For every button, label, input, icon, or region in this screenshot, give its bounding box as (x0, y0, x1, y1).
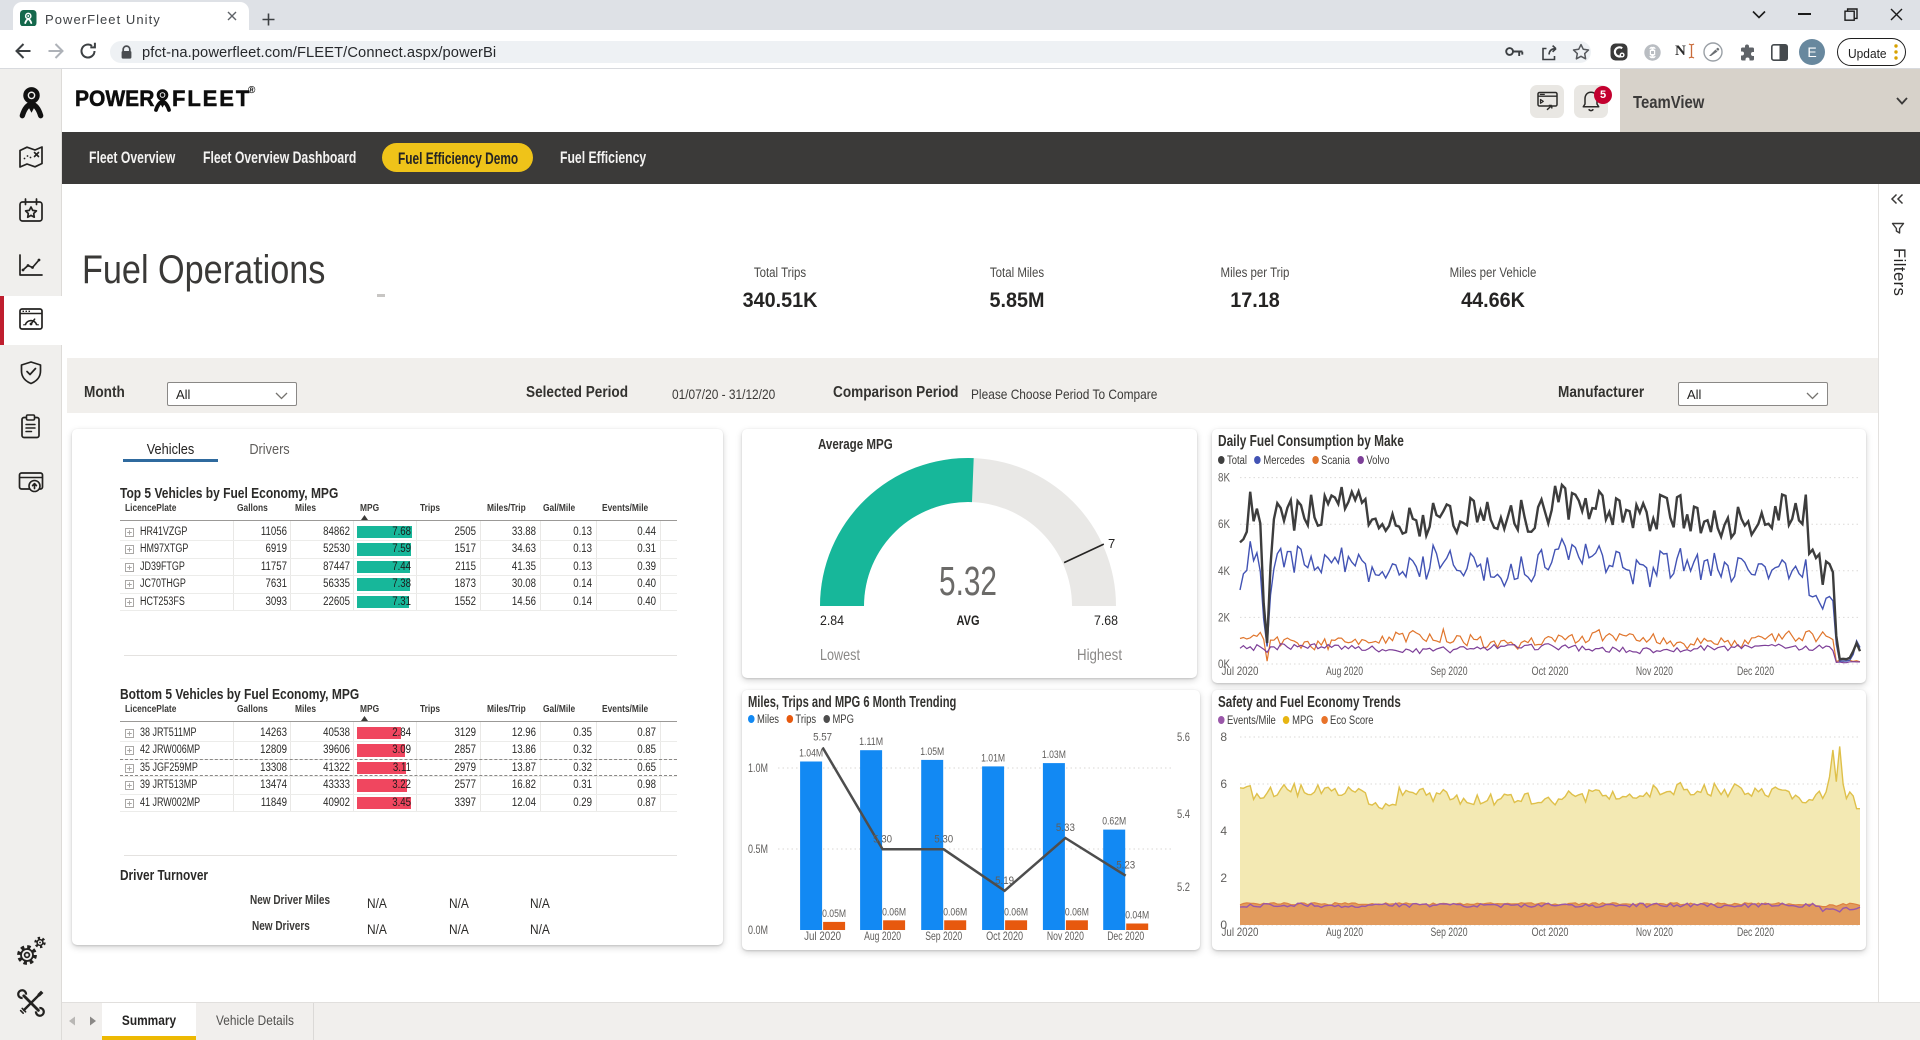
svg-text:4: 4 (1220, 824, 1227, 838)
svg-text:5.57: 5.57 (813, 732, 832, 744)
svg-text:Sep 2020: Sep 2020 (1431, 664, 1468, 678)
svg-text:Jul 2020: Jul 2020 (804, 929, 841, 943)
svg-text:Oct 2020: Oct 2020 (1532, 664, 1569, 678)
svg-text:0.05M: 0.05M (822, 908, 846, 920)
svg-text:Dec 2020: Dec 2020 (1107, 929, 1144, 943)
svg-text:0.5M: 0.5M (748, 844, 768, 856)
svg-text:0.62M: 0.62M (1102, 816, 1126, 828)
svg-text:Oct 2020: Oct 2020 (986, 929, 1023, 943)
svg-text:1.0M: 1.0M (748, 763, 768, 775)
svg-text:5.4: 5.4 (1177, 809, 1190, 821)
svg-text:5.32: 5.32 (939, 558, 997, 604)
svg-text:Sep 2020: Sep 2020 (925, 929, 962, 943)
svg-text:Jul 2020: Jul 2020 (1222, 925, 1259, 939)
svg-text:0.0M: 0.0M (748, 925, 768, 937)
svg-text:1.03M: 1.03M (1042, 749, 1066, 761)
svg-text:0.04M: 0.04M (1125, 910, 1149, 922)
svg-text:8: 8 (1220, 730, 1227, 744)
svg-text:AVG: AVG (957, 612, 980, 628)
svg-text:1.05M: 1.05M (920, 746, 944, 758)
svg-text:0.06M: 0.06M (1004, 906, 1028, 918)
svg-text:Dec 2020: Dec 2020 (1737, 925, 1774, 939)
svg-text:Aug 2020: Aug 2020 (1326, 664, 1363, 678)
svg-text:7.68: 7.68 (1094, 612, 1118, 628)
svg-text:Lowest: Lowest (820, 647, 860, 664)
svg-text:Sep 2020: Sep 2020 (1431, 925, 1468, 939)
svg-text:Nov 2020: Nov 2020 (1636, 664, 1673, 678)
svg-text:Jul 2020: Jul 2020 (1222, 664, 1259, 678)
svg-text:5.30: 5.30 (934, 833, 953, 845)
svg-text:2: 2 (1220, 871, 1227, 885)
svg-text:1.11M: 1.11M (859, 736, 883, 748)
svg-text:Aug 2020: Aug 2020 (864, 929, 901, 943)
svg-text:1.04M: 1.04M (799, 748, 823, 760)
svg-text:0.06M: 0.06M (1065, 906, 1089, 918)
svg-text:5.33: 5.33 (1056, 822, 1075, 834)
svg-text:Dec 2020: Dec 2020 (1737, 664, 1774, 678)
svg-text:7: 7 (1108, 536, 1115, 551)
svg-text:5.6: 5.6 (1177, 732, 1190, 744)
svg-text:6: 6 (1220, 777, 1227, 791)
svg-text:Aug 2020: Aug 2020 (1326, 925, 1363, 939)
svg-text:8K: 8K (1218, 471, 1230, 485)
svg-text:Nov 2020: Nov 2020 (1636, 925, 1673, 939)
svg-text:6K: 6K (1218, 517, 1230, 531)
svg-text:1.01M: 1.01M (981, 752, 1005, 764)
svg-text:2K: 2K (1218, 610, 1230, 624)
svg-text:0.06M: 0.06M (882, 906, 906, 918)
svg-text:0.06M: 0.06M (943, 906, 967, 918)
svg-text:4K: 4K (1218, 564, 1230, 578)
svg-text:Oct 2020: Oct 2020 (1532, 925, 1569, 939)
svg-text:2.84: 2.84 (820, 612, 844, 628)
svg-text:Highest: Highest (1077, 647, 1122, 664)
svg-text:5.23: 5.23 (1116, 860, 1135, 872)
svg-text:5.2: 5.2 (1177, 882, 1190, 894)
svg-text:5.30: 5.30 (873, 833, 892, 845)
svg-text:5.19: 5.19 (995, 875, 1014, 887)
svg-text:Nov 2020: Nov 2020 (1047, 929, 1084, 943)
